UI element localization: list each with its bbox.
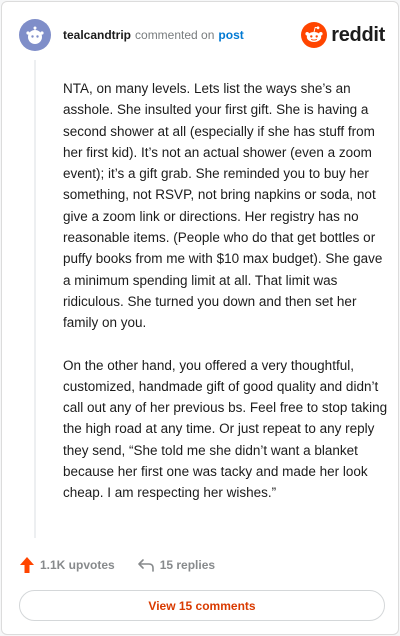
post-link[interactable]: post — [218, 28, 243, 42]
upvote-count: 1.1K upvotes — [40, 558, 115, 572]
replies-button[interactable]: 15 replies — [137, 557, 215, 573]
thread-line[interactable] — [34, 60, 36, 538]
reply-arrow-icon — [137, 559, 154, 572]
brand-wordmark: reddit — [331, 23, 385, 46]
comment-actions: 1.1K upvotes 15 replies — [19, 554, 215, 576]
view-comments-button[interactable]: View 15 comments — [19, 590, 385, 621]
reddit-brand[interactable]: reddit — [301, 22, 385, 48]
username-link[interactable]: tealcandtrip — [63, 28, 131, 42]
comment-body: NTA, on many levels. Lets list the ways … — [63, 78, 389, 504]
snoo-avatar-icon — [26, 26, 44, 44]
upvote-button[interactable]: 1.1K upvotes — [19, 556, 115, 574]
upvote-arrow-icon — [20, 557, 34, 573]
comment-header: tealcandtrip commented on post reddit — [19, 18, 385, 52]
reddit-logo-icon — [301, 22, 328, 48]
replies-count: 15 replies — [159, 558, 216, 572]
comment-paragraph: NTA, on many levels. Lets list the ways … — [63, 81, 383, 331]
comment-card: tealcandtrip commented on post reddit NT… — [1, 1, 399, 635]
comment-paragraph: On the other hand, you offered a very th… — [63, 357, 388, 501]
comment-meta: tealcandtrip commented on post — [63, 28, 244, 42]
avatar[interactable] — [19, 19, 51, 51]
commented-on-text: commented on — [135, 28, 215, 42]
